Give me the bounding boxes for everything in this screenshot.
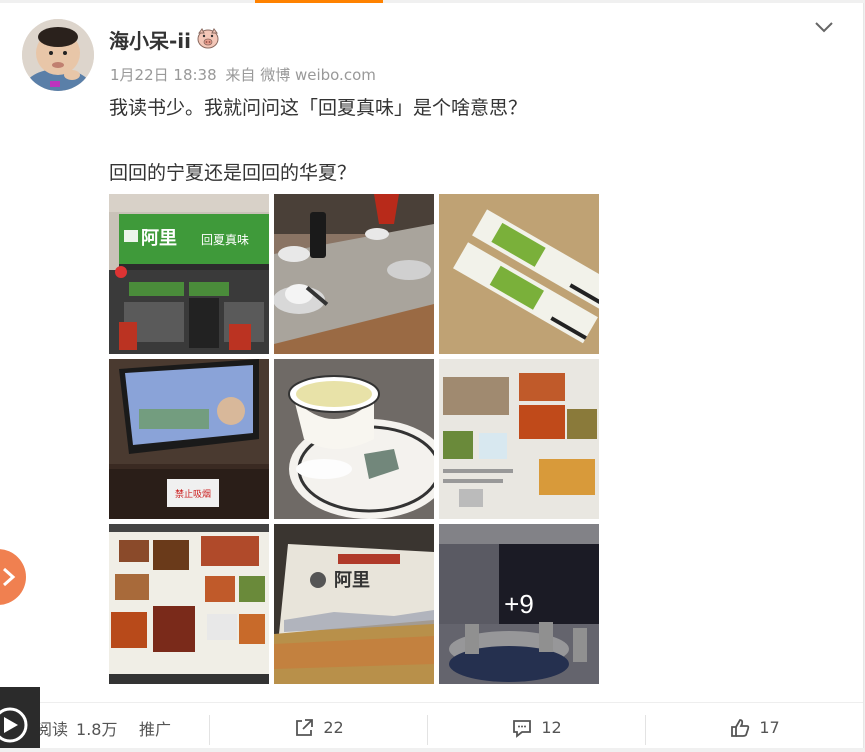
- share-count: 22: [323, 718, 344, 737]
- post-footer: 阅读 1.8万 推广 22 12 17: [0, 702, 863, 752]
- comment-count: 12: [541, 718, 562, 737]
- avatar[interactable]: [22, 19, 94, 91]
- no-smoking-sign-text: 禁止吸烟: [175, 488, 211, 500]
- table-setting-image[interactable]: [274, 194, 434, 354]
- menu-spread-image[interactable]: [109, 524, 269, 684]
- comment-button[interactable]: 12: [428, 703, 645, 752]
- side-arrow-button[interactable]: [0, 549, 26, 605]
- share-icon: [296, 718, 314, 736]
- play-icon: [0, 707, 28, 743]
- chevron-right-icon: [3, 567, 16, 587]
- share-button[interactable]: 22: [210, 703, 427, 752]
- more-images-count: +9: [504, 588, 534, 619]
- post-text-line-2: 回回的宁夏还是回回的华夏？: [109, 162, 357, 184]
- svg-text:阿里: 阿里: [334, 570, 370, 591]
- dining-room-image[interactable]: +9: [439, 524, 599, 684]
- storefront-sign-text: 阿里: [141, 228, 177, 249]
- storefront-sign-subtext: 回夏真味: [201, 233, 249, 247]
- promote-button[interactable]: 推广: [130, 703, 180, 752]
- like-count: 17: [759, 718, 780, 737]
- post-meta: 1月22日 18:38 来自 微博 weibo.com: [110, 64, 380, 85]
- read-count-value: 1.8万: [76, 719, 118, 739]
- username[interactable]: 海小呆-ii: [109, 25, 191, 54]
- image-grid: 阿里 回夏真味 禁止吸烟 阿里 +9: [109, 194, 599, 684]
- post-time[interactable]: 1月22日 18:38: [110, 66, 217, 84]
- tv-screen-image[interactable]: 禁止吸烟: [109, 359, 269, 519]
- post-source[interactable]: 来自 微博 weibo.com: [225, 66, 375, 84]
- menu-cover-image[interactable]: 阿里: [274, 524, 434, 684]
- chopsticks-image[interactable]: [439, 194, 599, 354]
- post-text-line-1: 我读书少。我就问问这「回夏真味」是个啥意思？: [109, 97, 528, 119]
- read-label: 阅读: [36, 719, 69, 739]
- teacup-image[interactable]: [274, 359, 434, 519]
- chevron-down-icon[interactable]: [812, 15, 836, 39]
- menu-page-image[interactable]: [439, 359, 599, 519]
- play-button[interactable]: [0, 687, 40, 748]
- restaurant-storefront-image[interactable]: 阿里 回夏真味: [109, 194, 269, 354]
- read-count: 阅读 1.8万: [36, 703, 118, 752]
- like-button[interactable]: 17: [646, 703, 863, 752]
- weibo-post-card: 海小呆-ii 1月22日 18:38 来自 微博 weibo.com 我读书少。…: [0, 3, 864, 748]
- promote-label: 推广: [138, 719, 171, 739]
- thumbs-up-icon: [731, 718, 750, 737]
- pig-face-icon: [197, 28, 219, 49]
- comment-icon: [513, 719, 532, 738]
